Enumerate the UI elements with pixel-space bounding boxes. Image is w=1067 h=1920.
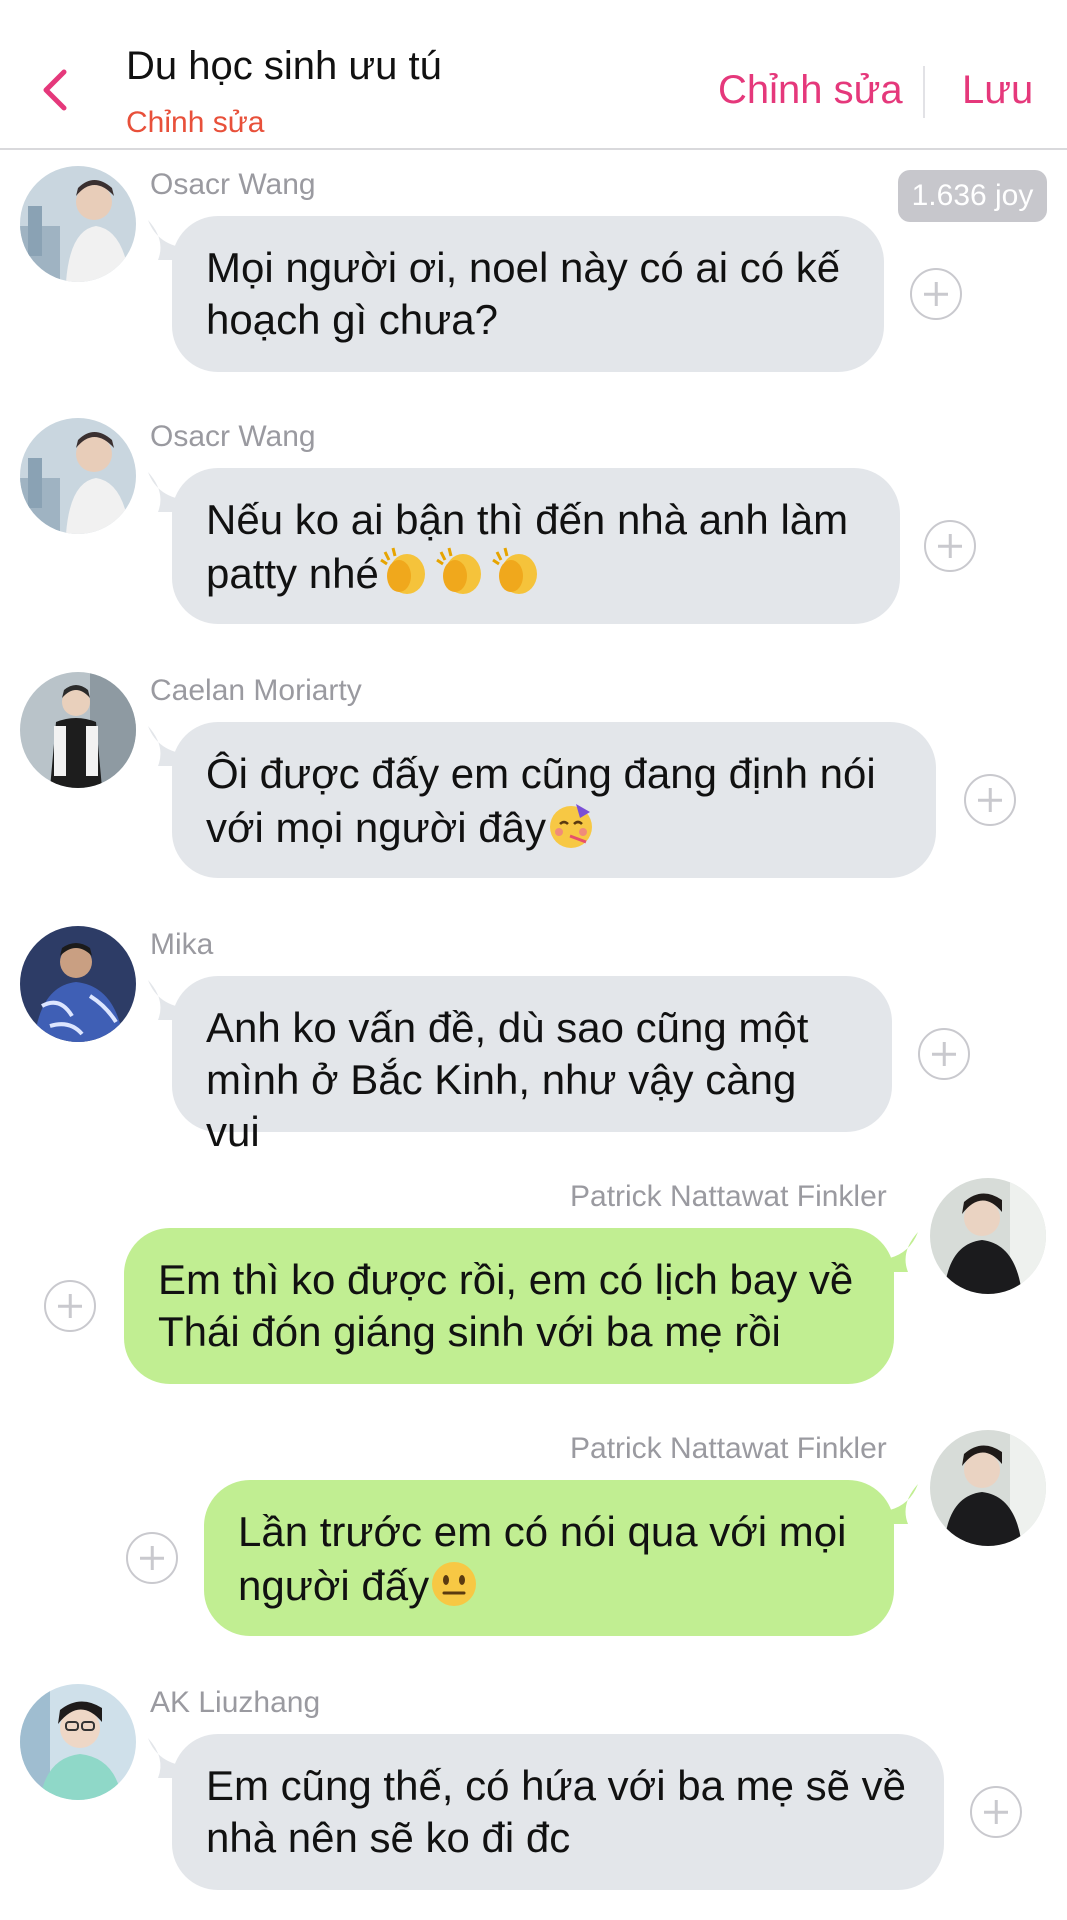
clapping-hands-icon — [379, 546, 547, 608]
avatar[interactable] — [20, 166, 136, 282]
add-reaction-button[interactable] — [964, 774, 1016, 826]
message-bubble[interactable]: Em cũng thế, có hứa với ba mẹ sẽ về nhà … — [172, 1734, 944, 1890]
message-text: Mọi người ơi, noel này có ai có kế hoạch… — [206, 244, 841, 343]
edit-button[interactable]: Chỉnh sửa — [718, 68, 903, 113]
sender-name: Osacr Wang — [150, 168, 316, 201]
sender-name: Caelan Moriarty — [150, 674, 362, 707]
add-reaction-button[interactable] — [910, 268, 962, 320]
sender-name: Mika — [150, 928, 214, 961]
sender-name: Patrick Nattawat Finkler — [570, 1180, 887, 1213]
add-reaction-button[interactable] — [970, 1786, 1022, 1838]
sender-name: Osacr Wang — [150, 420, 316, 453]
message-bubble[interactable]: Ôi được đấy em cũng đang định nói với mọ… — [172, 722, 936, 878]
partying-face-icon — [546, 800, 596, 862]
message-bubble[interactable]: Em thì ko được rồi, em có lịch bay về Th… — [124, 1228, 894, 1384]
add-reaction-button[interactable] — [126, 1532, 178, 1584]
avatar[interactable] — [930, 1430, 1046, 1546]
chat-subtitle[interactable]: Chỉnh sửa — [126, 106, 265, 140]
neutral-face-icon — [429, 1558, 479, 1620]
sender-name: AK Liuzhang — [150, 1686, 321, 1719]
avatar[interactable] — [20, 672, 136, 788]
message-text: Em cũng thế, có hứa với ba mẹ sẽ về nhà … — [206, 1762, 906, 1861]
message-bubble[interactable]: Mọi người ơi, noel này có ai có kế hoạch… — [172, 216, 884, 372]
message-bubble[interactable]: Lần trước em có nói qua với mọi người đấ… — [204, 1480, 894, 1636]
chat-header: Du học sinh ưu tú Chỉnh sửa Chỉnh sửa Lư… — [0, 0, 1067, 150]
chevron-left-icon — [43, 69, 67, 111]
message-text: Lần trước em có nói qua với mọi người đấ… — [238, 1508, 847, 1609]
message-text: Em thì ko được rồi, em có lịch bay về Th… — [158, 1256, 854, 1355]
back-button[interactable] — [36, 66, 76, 114]
joy-badge: 1.636 joy — [898, 170, 1047, 222]
message-text: Anh ko vấn đề, dù sao cũng một mình ở Bắ… — [206, 1004, 809, 1155]
avatar[interactable] — [20, 418, 136, 534]
header-divider — [923, 66, 925, 118]
message-bubble[interactable]: Anh ko vấn đề, dù sao cũng một mình ở Bắ… — [172, 976, 892, 1155]
save-button[interactable]: Lưu — [962, 68, 1033, 113]
chat-title: Du học sinh ưu tú — [126, 44, 442, 88]
add-reaction-button[interactable] — [918, 1028, 970, 1080]
avatar[interactable] — [20, 926, 136, 1042]
avatar[interactable] — [930, 1178, 1046, 1294]
add-reaction-button[interactable] — [924, 520, 976, 572]
avatar[interactable] — [20, 1684, 136, 1800]
message-text: Ôi được đấy em cũng đang định nói với mọ… — [206, 750, 876, 851]
add-reaction-button[interactable] — [44, 1280, 96, 1332]
message-bubble[interactable]: Nếu ko ai bận thì đến nhà anh làm patty … — [172, 468, 900, 624]
sender-name: Patrick Nattawat Finkler — [570, 1432, 887, 1465]
